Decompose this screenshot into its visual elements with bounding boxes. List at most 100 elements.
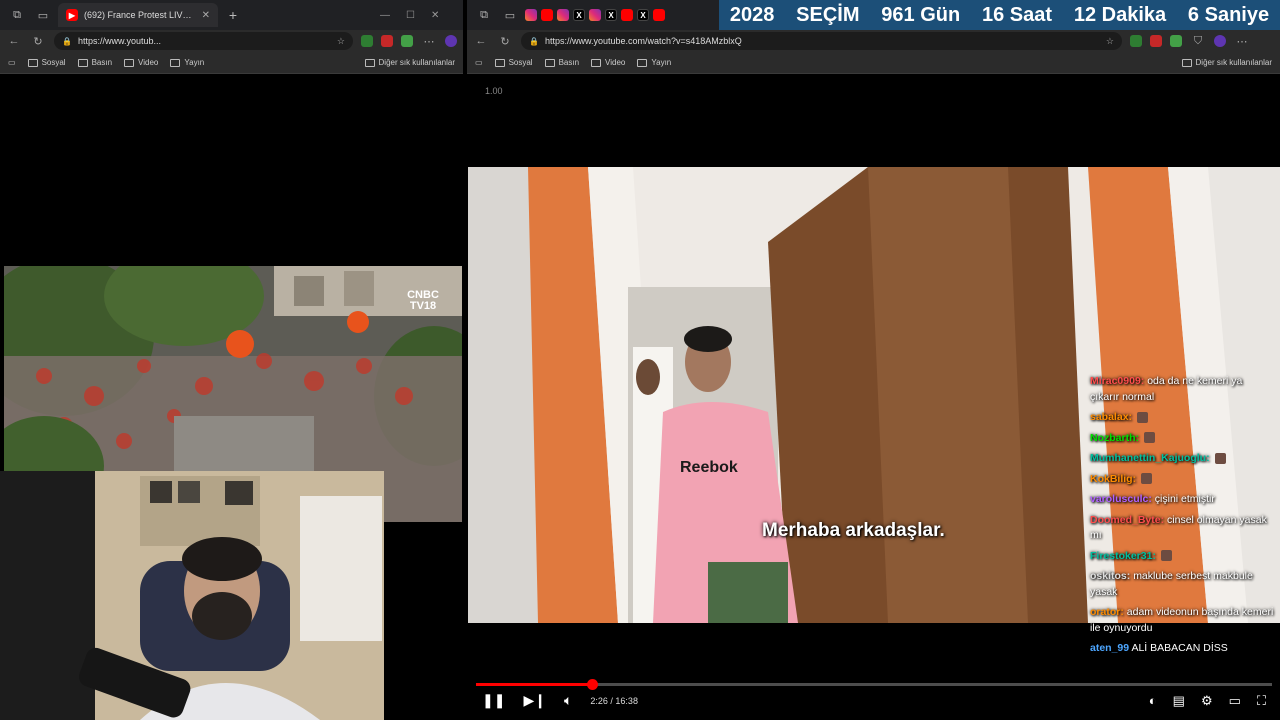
reload-icon[interactable]: ↻	[497, 35, 513, 48]
emote-icon	[1214, 452, 1226, 464]
extension-icon[interactable]	[361, 35, 373, 47]
chat-username[interactable]: Mumhanettin_Kajuoglu:	[1090, 452, 1210, 464]
folder-icon	[591, 58, 602, 67]
tab-actions-icon[interactable]: ▭	[499, 4, 521, 26]
settings-gear-icon[interactable]: ⚙	[1201, 693, 1213, 709]
tab-france-protest[interactable]: ▶ (692) France Protest LIVE: Na ✕	[58, 3, 218, 27]
tab-actions-icon[interactable]: ▭	[32, 4, 54, 26]
favorite-star-icon[interactable]: ☆	[1106, 36, 1114, 47]
workspaces-icon[interactable]: ⧉	[6, 4, 28, 26]
emote-icon	[1136, 411, 1148, 423]
chat-username[interactable]: orator:	[1090, 606, 1124, 618]
youtube-tab-icon[interactable]	[621, 9, 633, 21]
back-icon[interactable]: ←	[473, 35, 489, 47]
bookmark-sosyal[interactable]: Sosyal	[494, 58, 533, 67]
subtitles-icon[interactable]: ▤	[1173, 693, 1185, 709]
progress-fill	[476, 683, 593, 686]
youtube-tab-icon[interactable]	[541, 9, 553, 21]
scrubber-handle[interactable]	[587, 679, 599, 690]
extension-icon[interactable]	[1150, 35, 1162, 47]
theater-mode-icon[interactable]: ▭	[1229, 693, 1241, 709]
chat-username[interactable]: varolusculc:	[1090, 493, 1152, 505]
bookmark-other-favorites[interactable]: Diğer sık kullanılanlar	[1181, 58, 1272, 67]
url-field[interactable]: 🔒 https://www.youtube.com/watch?v=s418AM…	[521, 32, 1122, 50]
election-countdown-banner: 2028 SEÇİM 961 Gün 16 Saat 12 Dakika 6 S…	[719, 0, 1280, 30]
lock-icon: 🔒	[62, 36, 72, 46]
chat-username[interactable]: Doomed_Byte:	[1090, 514, 1164, 526]
webcam-scene	[0, 471, 384, 720]
maximize-icon[interactable]: ☐	[406, 10, 415, 21]
chat-username[interactable]: sabalax:	[1090, 411, 1132, 423]
bookmark-yayin[interactable]: Yayın	[170, 58, 204, 67]
lock-icon: 🔒	[529, 36, 539, 46]
streamer-webcam	[0, 471, 384, 720]
countdown-year: 2028	[729, 3, 775, 26]
folder-icon	[124, 58, 135, 67]
bookmark-video[interactable]: Video	[124, 58, 158, 67]
chat-username[interactable]: oskitos:	[1090, 570, 1130, 582]
x-tab-icon[interactable]: X	[605, 9, 617, 21]
extension-icon[interactable]	[1170, 35, 1182, 47]
chat-username[interactable]: Firestoker31:	[1090, 550, 1156, 562]
chat-message: aten_99 ALİ BABACAN DİSS	[1090, 641, 1274, 657]
channel-logo: CNBC TV18	[407, 289, 439, 312]
chat-message: varolusculc: çişini etmiştir	[1090, 492, 1274, 508]
fullscreen-icon[interactable]: ⛶	[1257, 693, 1266, 709]
instagram-tab-icon[interactable]	[557, 9, 569, 21]
youtube-tab-icon[interactable]	[653, 9, 665, 21]
reload-icon[interactable]: ↻	[30, 35, 46, 48]
pause-icon[interactable]: ❚❚	[482, 692, 505, 709]
x-tab-icon[interactable]: X	[637, 9, 649, 21]
chat-username[interactable]: KokBilig:	[1090, 473, 1136, 485]
profile-avatar[interactable]	[1214, 35, 1226, 47]
url-field[interactable]: 🔒 https://www.youtub... ☆	[54, 32, 353, 50]
chat-username[interactable]: aten_99	[1090, 642, 1129, 654]
bookmark-sosyal[interactable]: Sosyal	[27, 58, 66, 67]
folder-icon	[637, 58, 648, 67]
bookmark-video[interactable]: Video	[591, 58, 625, 67]
chat-username[interactable]: Nozbarth:	[1090, 432, 1139, 444]
bookmark-menu-icon[interactable]: ▭	[8, 58, 16, 67]
bookmark-other-favorites[interactable]: Diğer sık kullanılanlar	[364, 58, 455, 67]
minimize-icon[interactable]: —	[380, 10, 390, 21]
new-tab-button[interactable]: +	[222, 4, 244, 26]
bookmark-yayin[interactable]: Yayın	[637, 58, 671, 67]
chat-overlay: Mirac0909: oda da ne kemeri ya çıkarır n…	[1090, 374, 1274, 662]
autoplay-toggle-icon[interactable]: ◐	[1149, 693, 1157, 709]
next-icon[interactable]: ▶❙	[523, 692, 546, 709]
chat-message: Mumhanettin_Kajuoglu:	[1090, 451, 1274, 467]
bookmark-basin[interactable]: Basın	[544, 58, 579, 67]
emote-icon	[1160, 550, 1172, 562]
extension-icon[interactable]	[401, 35, 413, 47]
shield-icon[interactable]: ⛉	[1190, 35, 1206, 48]
chat-text: çişini etmiştir	[1154, 493, 1215, 505]
back-icon[interactable]: ←	[6, 35, 22, 47]
bookmark-menu-icon[interactable]: ▭	[475, 58, 483, 67]
speed-readout: 1.00	[485, 86, 503, 96]
time-display: 2:26 / 16:38	[590, 695, 638, 706]
chat-message: orator: adam videonun başında kemeri ile…	[1090, 605, 1274, 636]
more-icon[interactable]: ⋯	[421, 35, 437, 48]
chat-message: oskitos: maklube serbest makbule yasak	[1090, 569, 1274, 600]
chat-username[interactable]: Mirac0909:	[1090, 375, 1144, 387]
address-bar: ← ↻ 🔒 https://www.youtube.com/watch?v=s4…	[467, 30, 1280, 52]
favorite-star-icon[interactable]: ☆	[337, 36, 345, 47]
extension-icon[interactable]	[1130, 35, 1142, 47]
x-tab-icon[interactable]: X	[573, 9, 585, 21]
more-icon[interactable]: ⋯	[1234, 35, 1250, 48]
extension-icon[interactable]	[381, 35, 393, 47]
volume-icon[interactable]: 🔈︎	[564, 692, 572, 709]
folder-icon	[1181, 58, 1192, 67]
bookmark-basin[interactable]: Basın	[77, 58, 112, 67]
profile-avatar[interactable]	[445, 35, 457, 47]
time-current: 2:26	[590, 695, 608, 706]
workspaces-icon[interactable]: ⧉	[473, 4, 495, 26]
close-tab-icon[interactable]: ✕	[202, 10, 210, 21]
chat-message: Nozbarth:	[1090, 431, 1274, 447]
folder-icon	[364, 58, 375, 67]
folder-icon	[494, 58, 505, 67]
progress-bar[interactable]	[476, 679, 1272, 690]
instagram-tab-icon[interactable]	[525, 9, 537, 21]
close-icon[interactable]: ✕	[431, 10, 439, 21]
instagram-tab-icon[interactable]	[589, 9, 601, 21]
